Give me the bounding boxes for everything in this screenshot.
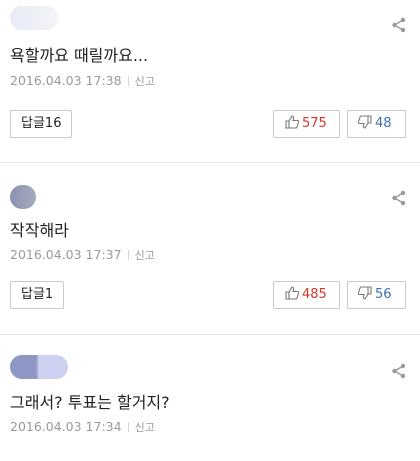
comment-date: 2016.04.03 17:34	[10, 419, 122, 434]
share-icon[interactable]	[390, 189, 408, 207]
reply-button[interactable]: 답글16	[10, 110, 73, 138]
report-link[interactable]: 신고	[135, 421, 155, 434]
dislike-count: 56	[375, 287, 392, 302]
report-link[interactable]: 신고	[135, 75, 155, 88]
reply-label: 답글16	[21, 116, 62, 131]
reply-button[interactable]: 답글1	[10, 281, 65, 309]
like-button[interactable]: 575	[273, 110, 340, 138]
comment-text: 작작해라	[10, 221, 69, 240]
avatar	[10, 355, 68, 379]
divider	[127, 422, 129, 432]
avatar	[10, 6, 58, 30]
reply-label: 답글1	[21, 287, 54, 302]
comment-date: 2016.04.03 17:37	[10, 247, 122, 262]
share-icon[interactable]	[390, 16, 408, 34]
comment-meta: 2016.04.03 17:37 신고	[10, 247, 155, 263]
comment-meta: 2016.04.03 17:34 신고	[10, 419, 155, 435]
thumbs-up-icon	[285, 286, 300, 300]
comment-item: 욕할까요 때릴까요... 2016.04.03 17:38 신고 답글16 575…	[0, 0, 420, 160]
report-link[interactable]: 신고	[135, 249, 155, 262]
like-count: 485	[302, 287, 327, 302]
comment-text: 그래서? 투표는 할거지?	[10, 393, 170, 412]
divider	[127, 250, 129, 260]
thumbs-down-icon	[357, 115, 372, 129]
avatar	[10, 185, 36, 209]
dislike-button[interactable]: 56	[347, 281, 406, 309]
comment-date: 2016.04.03 17:38	[10, 73, 122, 88]
share-icon[interactable]	[390, 362, 408, 380]
like-count: 575	[302, 116, 327, 131]
divider	[127, 76, 129, 86]
comment-text: 욕할까요 때릴까요...	[10, 46, 149, 65]
like-button[interactable]: 485	[273, 281, 340, 309]
dislike-count: 48	[375, 116, 392, 131]
comment-item: 작작해라 2016.04.03 17:37 신고 답글1 485 56	[0, 163, 420, 333]
comment-item: 그래서? 투표는 할거지? 2016.04.03 17:34 신고	[0, 335, 420, 461]
comment-meta: 2016.04.03 17:38 신고	[10, 73, 155, 89]
dislike-button[interactable]: 48	[347, 110, 406, 138]
thumbs-up-icon	[285, 115, 300, 129]
thumbs-down-icon	[357, 286, 372, 300]
